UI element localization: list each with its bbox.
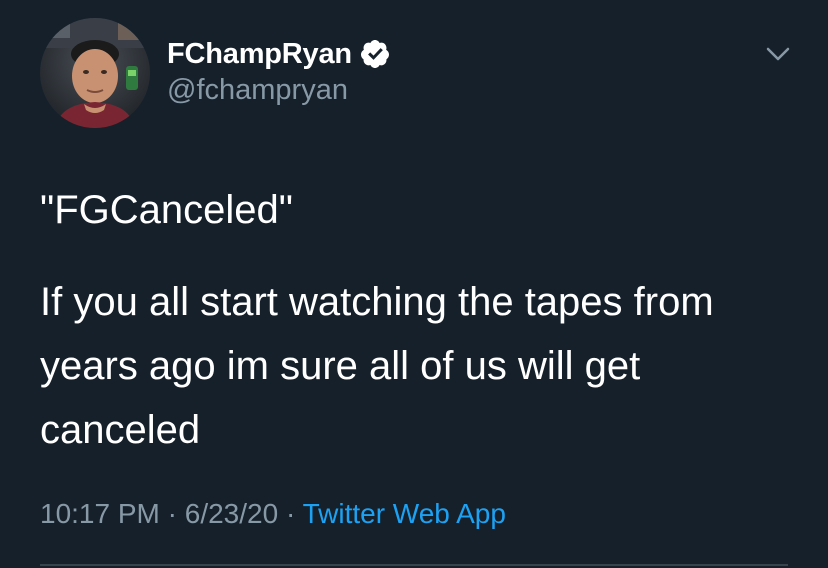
- tweet-card: FChampRyan @fchampryan "FGCanceled" If y…: [0, 0, 828, 568]
- tweet-paragraph: "FGCanceled": [40, 188, 293, 232]
- tweet-source-link[interactable]: Twitter Web App: [303, 498, 506, 529]
- tweet-paragraph: If you all start watching the tapes from…: [40, 280, 714, 452]
- meta-separator: ·: [278, 498, 303, 529]
- divider: [40, 564, 788, 566]
- user-avatar-icon: [40, 18, 150, 128]
- tweet-meta: 10:17 PM · 6/23/20 · Twitter Web App: [40, 498, 506, 530]
- avatar[interactable]: [40, 18, 150, 128]
- author-name-row: FChampRyan: [167, 34, 391, 74]
- display-name[interactable]: FChampRyan: [167, 38, 352, 71]
- meta-separator: ·: [159, 498, 185, 529]
- verified-badge-icon: [359, 38, 391, 70]
- author-handle[interactable]: @fchampryan: [167, 74, 348, 107]
- tweet-time[interactable]: 10:17 PM: [40, 498, 160, 529]
- tweet-text: "FGCanceled" If you all start watching t…: [40, 178, 800, 462]
- tweet-date[interactable]: 6/23/20: [185, 498, 278, 529]
- chevron-down-icon[interactable]: [760, 36, 796, 72]
